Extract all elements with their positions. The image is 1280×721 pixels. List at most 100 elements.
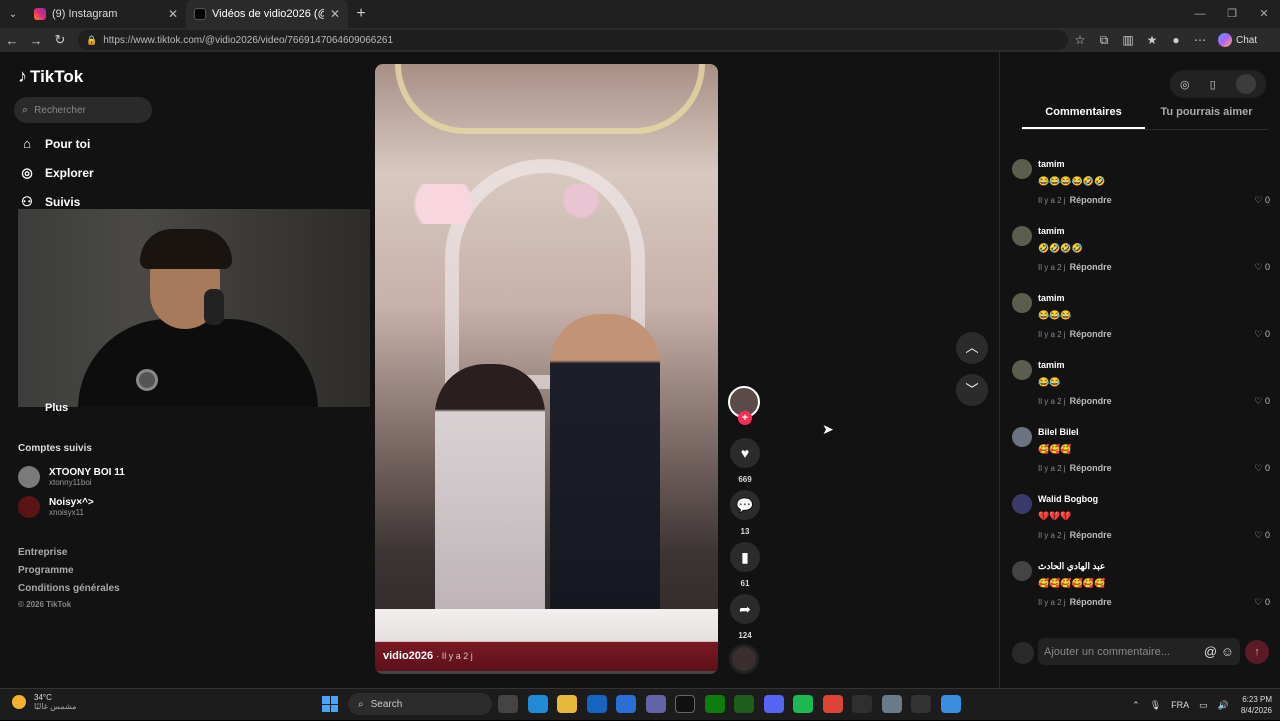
comment-username[interactable]: tamim [1038, 360, 1065, 370]
notepad-icon[interactable] [940, 695, 961, 713]
windows-start-icon[interactable] [322, 696, 338, 712]
reply-button[interactable]: Répondre [1070, 195, 1112, 205]
reply-button[interactable]: Répondre [1070, 530, 1112, 540]
comment-action[interactable]: 💬 13 [729, 490, 761, 536]
copilot-chat-button[interactable]: Chat [1218, 33, 1257, 47]
comment-like[interactable]: ♡ 0 [1254, 396, 1270, 407]
favorite-star-icon[interactable]: ☆ [1068, 33, 1092, 47]
comment-like[interactable]: ♡ 0 [1254, 463, 1270, 474]
comment-username[interactable]: tamim [1038, 293, 1065, 303]
clock[interactable]: 6:23 PM 8/4/2026 [1241, 694, 1272, 716]
close-tab-icon[interactable]: ✕ [168, 7, 178, 21]
tab-tiktok[interactable]: Vidéos de vidio2026 (@vidio2026) ✕ [186, 0, 348, 28]
minimize-icon[interactable]: — [1184, 0, 1216, 28]
forward-icon[interactable]: → [24, 33, 48, 48]
search-input[interactable]: ⌕ Rechercher [14, 97, 152, 123]
terminal-icon[interactable] [734, 695, 754, 713]
user-avatar[interactable] [1235, 74, 1256, 94]
bookmark-icon[interactable]: ▮ [730, 542, 760, 572]
refresh-icon[interactable]: ↻ [48, 32, 72, 48]
comment-like[interactable]: ♡ 0 [1254, 597, 1270, 608]
weather-widget[interactable]: 34°C مشمس غالبًا [12, 693, 76, 711]
volume-icon[interactable]: 🔊 [1218, 700, 1229, 711]
lock-icon[interactable]: 🔒 [86, 35, 97, 46]
media-player-icon[interactable] [911, 695, 931, 713]
task-view-icon[interactable] [498, 695, 518, 713]
like-action[interactable]: ♥ 669 [729, 438, 761, 484]
comment-like[interactable]: ♡ 0 [1254, 262, 1270, 273]
avatar[interactable] [1012, 226, 1032, 246]
language-indicator[interactable]: FRA [1171, 700, 1189, 710]
tab-you-may-like[interactable]: Tu pourrais aimer [1145, 106, 1268, 129]
avatar[interactable] [1012, 427, 1032, 447]
followed-account[interactable]: Noisy×^> xnoisyx11 [18, 496, 94, 518]
reply-button[interactable]: Répondre [1070, 396, 1112, 406]
reply-button[interactable]: Répondre [1070, 463, 1112, 473]
followed-account[interactable]: XTOONY BOI 11 xtonny11boi [18, 466, 125, 488]
comment-username[interactable]: tamim [1038, 159, 1065, 169]
nav-more[interactable]: Plus [45, 402, 68, 414]
comment-icon[interactable]: 💬 [730, 490, 760, 520]
video-progress-bar[interactable] [375, 671, 718, 674]
file-explorer-icon[interactable] [557, 695, 577, 713]
new-tab-button[interactable]: + [348, 5, 374, 23]
chevron-up-icon[interactable]: ⌃ [1132, 700, 1140, 711]
comment-username[interactable]: عبد الهادي الحادث [1038, 561, 1105, 572]
tiktok-logo[interactable]: ♪ TikTok [18, 66, 83, 87]
tab-actions-menu-icon[interactable]: ⌄ [0, 0, 26, 28]
chrome-icon[interactable] [822, 695, 843, 713]
store-icon[interactable] [616, 695, 636, 713]
comment-username[interactable]: Bilel Bilel [1038, 427, 1079, 437]
settings-icon[interactable] [881, 695, 902, 713]
reply-button[interactable]: Répondre [1070, 329, 1112, 339]
previous-video-button[interactable]: ︿ [956, 332, 988, 364]
address-bar[interactable]: 🔒 https://www.tiktok.com/@vidio2026/vide… [78, 30, 1068, 50]
video-author[interactable]: vidio2026 · Il y a 2 j [383, 650, 473, 662]
discord-icon[interactable] [763, 695, 784, 713]
reply-button[interactable]: Répondre [1070, 262, 1112, 272]
nav-following[interactable]: ⚇ Suivis [18, 194, 80, 210]
footer-link-terms[interactable]: Conditions générales [18, 583, 120, 594]
explore-icon[interactable]: ◎ [1180, 78, 1190, 91]
comment-like[interactable]: ♡ 0 [1254, 329, 1270, 340]
tab-instagram[interactable]: (9) Instagram ✕ [26, 0, 186, 28]
add-comment-input[interactable]: Ajouter un commentaire... @ ☺ [1038, 638, 1240, 665]
comment-username[interactable]: tamim [1038, 226, 1065, 236]
nav-for-you[interactable]: ⌂ Pour toi [18, 136, 90, 151]
comment-like[interactable]: ♡ 0 [1254, 530, 1270, 541]
footer-link-business[interactable]: Entreprise [18, 547, 67, 558]
avatar[interactable] [1012, 360, 1032, 380]
comment-like[interactable]: ♡ 0 [1254, 195, 1270, 206]
next-video-button[interactable]: ﹀ [956, 374, 988, 406]
split-screen-icon[interactable]: ▥ [1116, 33, 1140, 47]
favorites-icon[interactable]: ★ [1140, 33, 1164, 47]
device-icon[interactable]: ▯ [1210, 78, 1216, 91]
reply-button[interactable]: Répondre [1070, 597, 1112, 607]
footer-link-program[interactable]: Programme [18, 565, 74, 576]
save-action[interactable]: ▮ 61 [729, 542, 761, 588]
share-icon[interactable]: ➦ [730, 594, 760, 624]
close-tab-icon[interactable]: ✕ [330, 7, 340, 21]
heart-icon[interactable]: ♥ [730, 438, 760, 468]
comment-username[interactable]: Walid Bogbog [1038, 494, 1098, 504]
app-icon[interactable] [675, 695, 695, 713]
microphone-icon[interactable]: 🎙 [1150, 700, 1161, 711]
avatar[interactable] [1012, 159, 1032, 179]
close-window-icon[interactable]: ✕ [1248, 0, 1280, 28]
maximize-icon[interactable]: ❐ [1216, 0, 1248, 28]
teams-icon[interactable] [645, 695, 666, 713]
mention-emoji-icons[interactable]: @ ☺ [1204, 644, 1234, 659]
network-icon[interactable]: ▭ [1199, 700, 1208, 711]
edge-icon[interactable] [527, 695, 548, 713]
video-player[interactable]: vidio2026 · Il y a 2 j [375, 64, 718, 674]
outlook-icon[interactable] [586, 695, 607, 713]
send-comment-button[interactable]: ↑ [1245, 640, 1269, 664]
back-icon[interactable]: ← [0, 33, 24, 48]
share-action[interactable]: ➦ 124 [729, 594, 761, 640]
more-icon[interactable]: ⋯ [1188, 33, 1212, 47]
obs-icon[interactable] [852, 695, 872, 713]
avatar[interactable] [1012, 293, 1032, 313]
xbox-icon[interactable] [704, 695, 725, 713]
taskbar-search[interactable]: ⌕ Search [348, 693, 492, 715]
nav-explore[interactable]: ◎ Explorer [18, 165, 93, 181]
